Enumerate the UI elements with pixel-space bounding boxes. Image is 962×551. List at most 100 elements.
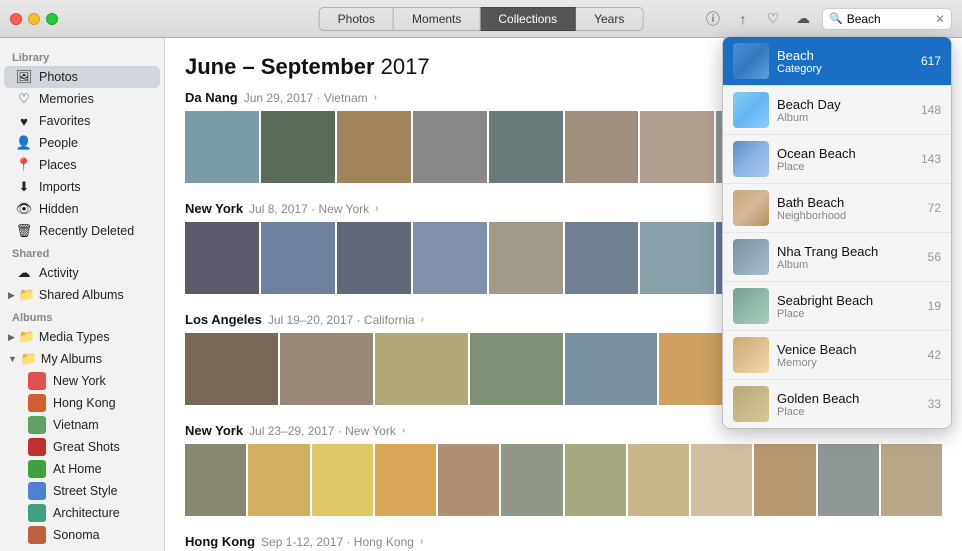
tab-photos[interactable]: Photos xyxy=(319,7,394,31)
search-input[interactable] xyxy=(847,12,931,26)
my-albums-icon: 📁 xyxy=(21,351,37,367)
nhatrang-thumb xyxy=(733,239,769,275)
activity-icon: ☁ xyxy=(16,265,32,281)
photo-cell[interactable] xyxy=(312,444,373,516)
photo-cell[interactable] xyxy=(248,444,309,516)
photo-cell[interactable] xyxy=(185,444,246,516)
sidebar-item-imports[interactable]: ⬇ Imports xyxy=(4,176,160,198)
dropdown-item-nhatrang[interactable]: Nha Trang Beach Album 56 xyxy=(723,233,951,282)
collection-ny1-meta: Jul 8, 2017 · New York xyxy=(249,202,369,216)
photo-cell[interactable] xyxy=(628,444,689,516)
tab-moments[interactable]: Moments xyxy=(394,7,480,31)
photo-cell[interactable] xyxy=(375,444,436,516)
sidebar-item-street-style[interactable]: Street Style xyxy=(4,480,160,502)
sidebar-label-people: People xyxy=(39,136,148,150)
sidebar-item-hidden[interactable]: 👁 Hidden xyxy=(4,198,160,220)
collection-hk-meta: Sep 1-12, 2017 · Hong Kong xyxy=(261,535,414,549)
dropdown-item-venice[interactable]: Venice Beach Memory 42 xyxy=(723,331,951,380)
sidebar-item-architecture[interactable]: Architecture xyxy=(4,502,160,524)
album-label-architecture: Architecture xyxy=(53,506,120,520)
photo-cell[interactable] xyxy=(881,444,942,516)
photo-cell[interactable] xyxy=(565,222,639,294)
photo-cell[interactable] xyxy=(413,222,487,294)
heart-icon[interactable]: ♡ xyxy=(762,8,784,30)
photo-cell[interactable] xyxy=(185,222,259,294)
search-clear-button[interactable]: ✕ xyxy=(935,12,945,26)
chevron-right-icon-3: › xyxy=(421,314,424,325)
photo-cell[interactable] xyxy=(640,111,714,183)
titlebar-actions: ⓘ ↑ ♡ ☁ 🔍 ✕ xyxy=(702,8,952,30)
photo-cell[interactable] xyxy=(691,444,752,516)
maximize-button[interactable] xyxy=(46,13,58,25)
sidebar-item-vietnam[interactable]: Vietnam xyxy=(4,414,160,436)
sidebar-item-sonoma[interactable]: Sonoma xyxy=(4,524,160,546)
dropdown-item-bathbeach[interactable]: Bath Beach Neighborhood 72 xyxy=(723,184,951,233)
photo-cell[interactable] xyxy=(337,222,411,294)
sidebar: Library 🖼 Photos ♡ Memories ♥ Favorites … xyxy=(0,38,165,551)
minimize-button[interactable] xyxy=(28,13,40,25)
dropdown-seabright-sub: Place xyxy=(777,308,920,320)
dropdown-beach-count: 617 xyxy=(921,54,941,68)
close-button[interactable] xyxy=(10,13,22,25)
dropdown-item-golden[interactable]: Golden Beach Place 33 xyxy=(723,380,951,428)
photo-cell[interactable] xyxy=(185,333,278,405)
photo-strip-ny2[interactable] xyxy=(185,444,942,516)
chevron-icon: ▶ xyxy=(8,290,15,301)
sidebar-label-activity: Activity xyxy=(39,266,148,280)
collection-hk-title[interactable]: Hong Kong Sep 1-12, 2017 · Hong Kong › xyxy=(185,534,942,549)
sidebar-group-media-types[interactable]: ▶ 📁 Media Types xyxy=(0,326,164,348)
at-home-thumb xyxy=(28,460,46,478)
album-label-street-style: Street Style xyxy=(53,484,118,498)
sidebar-item-activity[interactable]: ☁ Activity xyxy=(4,262,160,284)
photo-cell[interactable] xyxy=(565,444,626,516)
dropdown-oceanbeach-name: Ocean Beach xyxy=(777,146,913,161)
sidebar-item-photos[interactable]: 🖼 Photos xyxy=(4,66,160,88)
sidebar-item-memories[interactable]: ♡ Memories xyxy=(4,88,160,110)
sidebar-group-shared-albums[interactable]: ▶ 📁 Shared Albums xyxy=(0,284,164,306)
photo-cell[interactable] xyxy=(470,333,563,405)
sidebar-label-memories: Memories xyxy=(39,92,148,106)
dropdown-golden-count: 33 xyxy=(928,397,941,411)
photo-cell[interactable] xyxy=(261,222,335,294)
sidebar-group-my-albums[interactable]: ▼ 📁 My Albums xyxy=(0,348,164,370)
photo-cell[interactable] xyxy=(754,444,815,516)
sidebar-item-people[interactable]: 👤 People xyxy=(4,132,160,154)
photo-cell[interactable] xyxy=(640,222,714,294)
venice-thumb xyxy=(733,337,769,373)
photo-cell[interactable] xyxy=(261,111,335,183)
share-icon[interactable]: ↑ xyxy=(732,8,754,30)
dropdown-nhatrang-info: Nha Trang Beach Album xyxy=(777,244,920,271)
photo-cell[interactable] xyxy=(489,111,563,183)
dropdown-item-oceanbeach[interactable]: Ocean Beach Place 143 xyxy=(723,135,951,184)
dropdown-item-beach[interactable]: Beach Category 617 xyxy=(723,37,951,86)
sidebar-item-favorites[interactable]: ♥ Favorites xyxy=(4,110,160,132)
dropdown-item-seabright[interactable]: Seabright Beach Place 19 xyxy=(723,282,951,331)
photo-cell[interactable] xyxy=(280,333,373,405)
photo-cell[interactable] xyxy=(565,333,658,405)
dropdown-beach-sub: Category xyxy=(777,63,913,75)
tab-collections[interactable]: Collections xyxy=(480,7,576,31)
photo-cell[interactable] xyxy=(185,111,259,183)
photo-cell[interactable] xyxy=(565,111,639,183)
photo-cell[interactable] xyxy=(818,444,879,516)
photo-cell[interactable] xyxy=(438,444,499,516)
chevron-media-icon: ▶ xyxy=(8,332,15,343)
sidebar-item-new-york[interactable]: New York xyxy=(4,370,160,392)
photo-cell[interactable] xyxy=(375,333,468,405)
photo-cell[interactable] xyxy=(501,444,562,516)
sidebar-item-at-home[interactable]: At Home xyxy=(4,458,160,480)
photo-cell[interactable] xyxy=(489,222,563,294)
great-shots-thumb xyxy=(28,438,46,456)
sidebar-item-recently-deleted[interactable]: 🗑 Recently Deleted xyxy=(4,220,160,242)
dropdown-venice-info: Venice Beach Memory xyxy=(777,342,920,369)
sidebar-item-places[interactable]: 📍 Places xyxy=(4,154,160,176)
dropdown-oceanbeach-count: 143 xyxy=(921,152,941,166)
sidebar-item-hong-kong[interactable]: Hong Kong xyxy=(4,392,160,414)
info-icon[interactable]: ⓘ xyxy=(702,8,724,30)
tab-years[interactable]: Years xyxy=(576,7,643,31)
icloud-icon[interactable]: ☁ xyxy=(792,8,814,30)
sidebar-item-great-shots[interactable]: Great Shots xyxy=(4,436,160,458)
photo-cell[interactable] xyxy=(413,111,487,183)
photo-cell[interactable] xyxy=(337,111,411,183)
dropdown-item-beachday[interactable]: Beach Day Album 148 xyxy=(723,86,951,135)
